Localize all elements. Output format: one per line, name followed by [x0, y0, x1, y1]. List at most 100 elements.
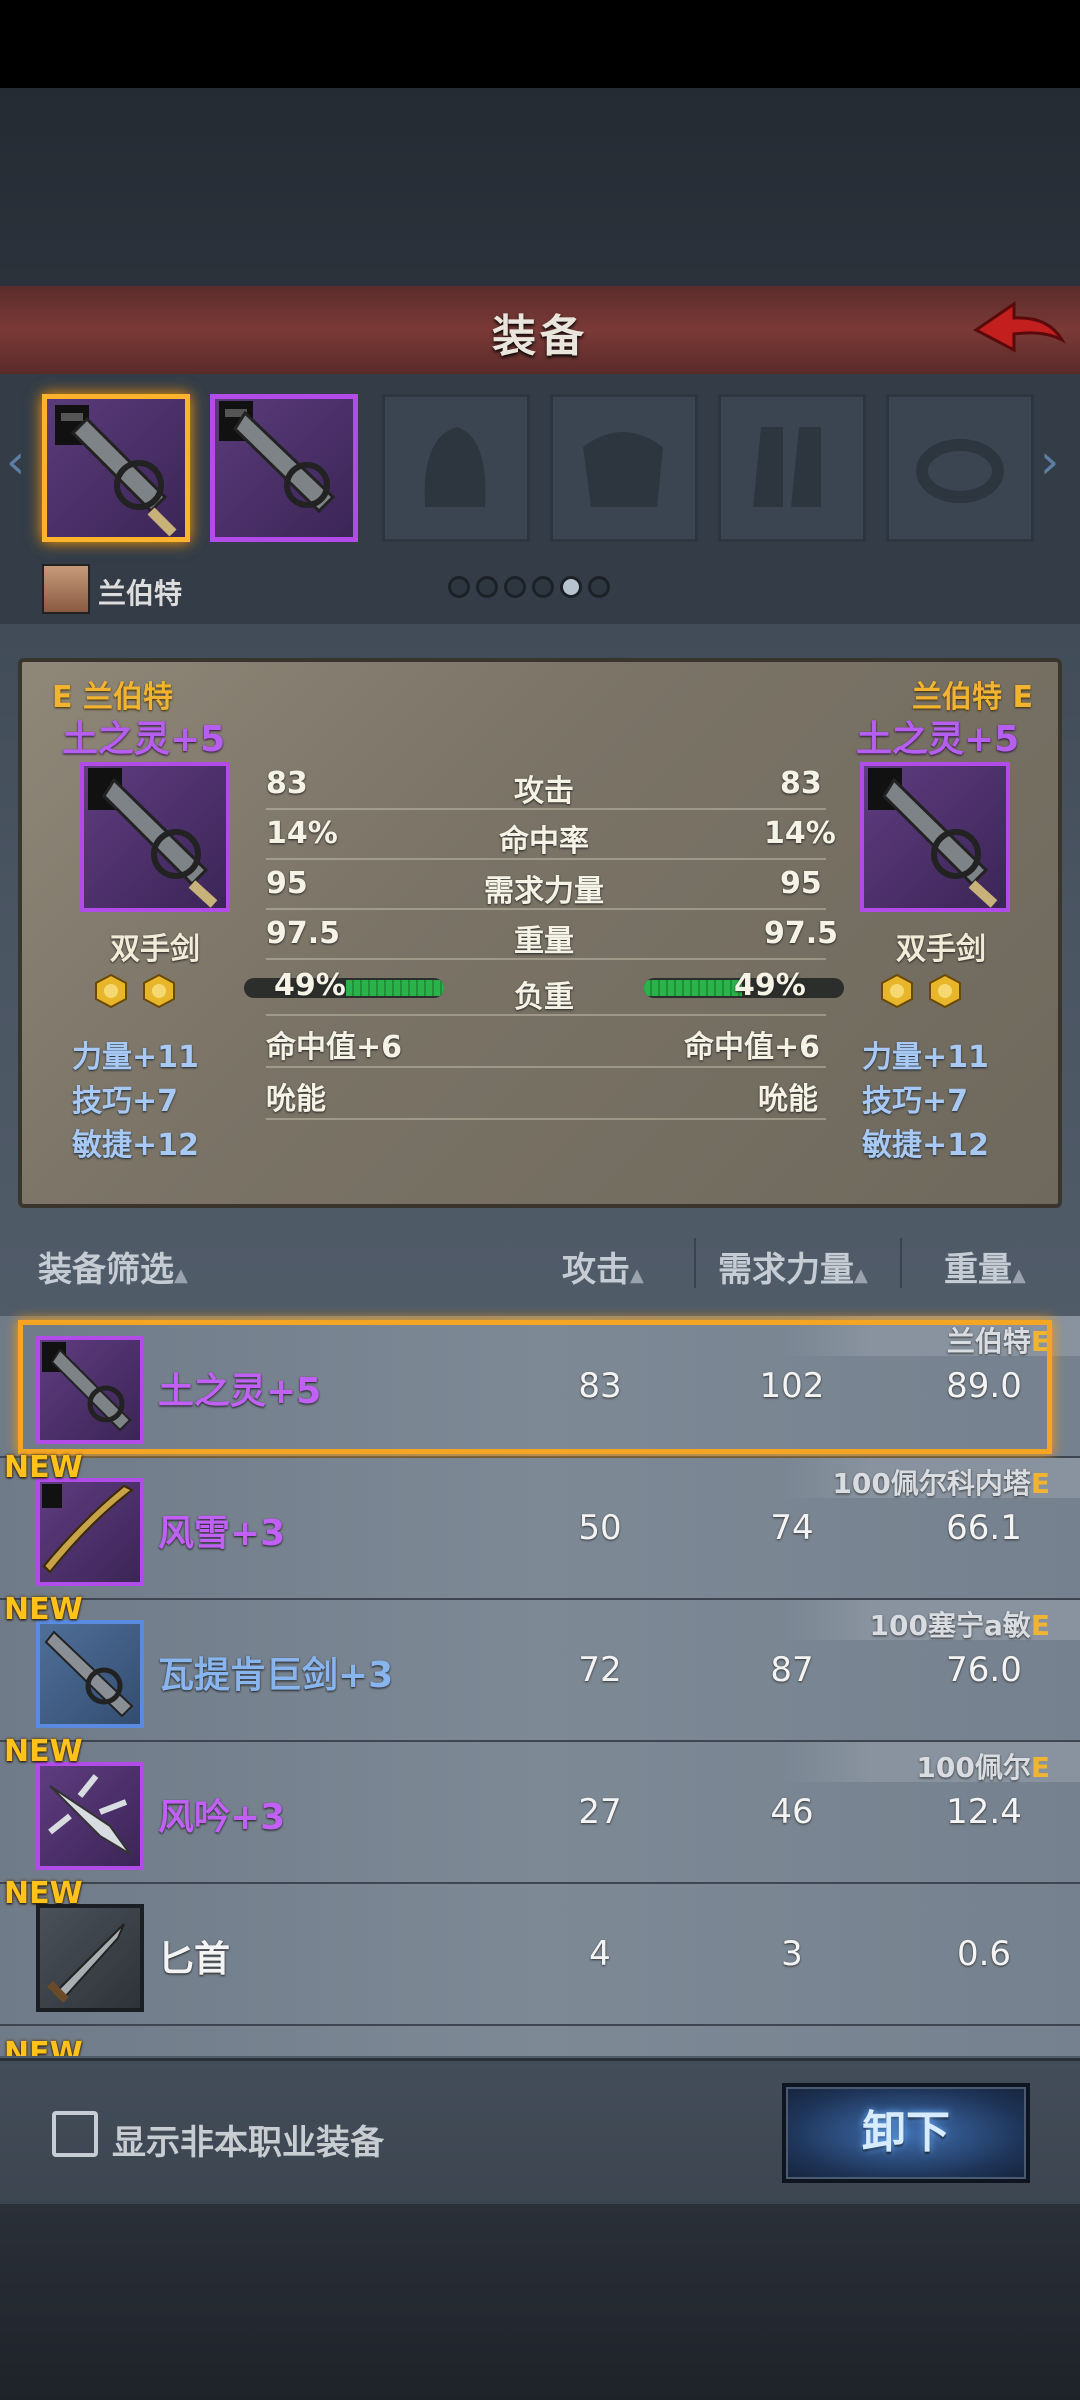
page-dot[interactable]: [588, 576, 610, 598]
list-item[interactable]: 兰伯特E 土之灵+5 83 102 89.0: [0, 1316, 1080, 1458]
item-weight: 66.1: [946, 1508, 1022, 1548]
next-arrow-icon[interactable]: ›: [1040, 434, 1059, 490]
checkbox-label[interactable]: 显示非本职业装备: [112, 2115, 384, 2164]
right-item-icon: [860, 762, 1010, 912]
left-attack: 83: [266, 766, 308, 801]
unequip-button[interactable]: 卸下: [782, 2083, 1030, 2183]
sort-str-header[interactable]: 需求力量▲: [718, 1242, 868, 1291]
slot-armor[interactable]: [550, 394, 698, 542]
gem-socket-icon: [929, 974, 961, 1008]
boots-icon: [753, 427, 821, 507]
slot-weapon-off[interactable]: [210, 394, 358, 542]
curved-sword-icon: [42, 1484, 134, 1574]
list-header: 装备筛选▲ 攻击▲ 需求力量▲ 重量▲: [0, 1224, 1080, 1304]
slot-helmet[interactable]: [382, 394, 530, 542]
label-load: 负重: [514, 980, 574, 1015]
footer-bar: 显示非本职业装备 卸下: [0, 2058, 1080, 2207]
selection-frame: [18, 1320, 1052, 1454]
page-dot[interactable]: [476, 576, 498, 598]
list-item[interactable]: 100佩尔E 风吟+3 27 46 12.4 NEW: [0, 1734, 1080, 1884]
list-item[interactable]: 100塞宁a敏E 瓦提肯巨剑+3 72 87 76.0 NEW: [0, 1592, 1080, 1742]
prev-arrow-icon[interactable]: ‹: [6, 434, 25, 490]
page-dot[interactable]: [532, 576, 554, 598]
item-name: 瓦提肯巨剑+3: [158, 1655, 394, 1696]
list-item[interactable]: 匕首 4 3 0.6 NEW: [0, 1876, 1080, 2026]
item-name: 风雪+3: [158, 1513, 286, 1554]
status-bar-area: [0, 0, 1080, 88]
greatsword-icon: [55, 405, 177, 537]
left-hit-rate: 14%: [266, 816, 338, 851]
item-attack: 4: [589, 1934, 611, 1974]
show-other-class-checkbox[interactable]: [52, 2111, 98, 2157]
divider: [266, 908, 826, 910]
right-weight: 97.5: [764, 916, 839, 951]
list-item-partial[interactable]: NEW: [0, 2026, 1080, 2056]
armor-icon: [583, 432, 663, 507]
right-item-type: 双手剑: [896, 932, 986, 967]
item-attack: 27: [578, 1792, 622, 1832]
page-dot[interactable]: [448, 576, 470, 598]
left-item-name: 土之灵+5: [62, 719, 226, 760]
compare-panel: E 兰伯特 土之灵+5 双手剑 力量+11 技巧+7 敏捷+12 83 14% …: [18, 658, 1062, 1208]
item-owner: 100佩尔科内塔E: [832, 1467, 1050, 1500]
back-arrow-icon[interactable]: [968, 294, 1068, 366]
sort-attack-header[interactable]: 攻击▲: [562, 1242, 644, 1291]
greatsword-icon: [868, 768, 998, 908]
page-dot[interactable]: [504, 576, 526, 598]
dagger-icon: [47, 1923, 125, 2003]
item-str-req: 3: [781, 1934, 803, 1974]
left-str-req: 95: [266, 866, 308, 901]
title-bar: 装备: [0, 286, 1080, 377]
page-dot-active[interactable]: [560, 576, 582, 598]
item-str-req: 87: [770, 1650, 814, 1690]
left-load: 49%: [274, 968, 346, 1003]
page-dots: [448, 576, 616, 602]
item-thumb: [36, 1762, 144, 1870]
left-bonus-dex: 技巧+7: [72, 1084, 179, 1119]
item-name: 匕首: [158, 1939, 231, 1980]
item-thumb: [36, 1620, 144, 1728]
gem-socket-icon: [95, 974, 127, 1008]
divider: [266, 858, 826, 860]
item-weight: 12.4: [946, 1792, 1022, 1832]
new-badge: NEW: [4, 1734, 83, 1769]
left-bonus-agi: 敏捷+12: [72, 1128, 199, 1163]
equipment-slots: ‹ › 兰伯特: [0, 374, 1080, 624]
slot-weapon-main[interactable]: [42, 394, 190, 542]
left-bonus-str: 力量+11: [72, 1040, 199, 1075]
item-owner: 100佩尔E: [916, 1751, 1050, 1784]
unequip-label: 卸下: [862, 2107, 950, 2158]
item-thumb: [36, 1478, 144, 1586]
right-bonus-dex: 技巧+7: [862, 1084, 969, 1119]
left-extra1: 命中值+6: [266, 1030, 403, 1065]
new-badge: NEW: [4, 1450, 83, 1485]
right-extra2: 吮能: [758, 1082, 818, 1117]
right-load-fill: [644, 980, 742, 996]
gem-socket-icon: [881, 974, 913, 1008]
right-item-name: 土之灵+5: [856, 719, 1020, 760]
item-thumb: [36, 1904, 144, 2012]
left-item-type: 双手剑: [110, 932, 200, 967]
right-attack: 83: [780, 766, 822, 801]
divider: [266, 1118, 826, 1120]
label-hit-rate: 命中率: [499, 824, 589, 859]
divider: [266, 1066, 826, 1068]
divider: [266, 958, 826, 960]
ring-icon: [916, 439, 1004, 503]
left-load-fill: [346, 980, 444, 996]
character-name: 兰伯特: [98, 577, 183, 610]
filter-header[interactable]: 装备筛选▲: [38, 1242, 188, 1291]
sort-weight-header[interactable]: 重量▲: [944, 1242, 1026, 1291]
label-weight: 重量: [514, 924, 574, 959]
item-owner: 100塞宁a敏E: [869, 1609, 1050, 1642]
gem-socket-icon: [143, 974, 175, 1008]
right-bonus-agi: 敏捷+12: [862, 1128, 989, 1163]
greatsword-icon: [88, 768, 218, 908]
slot-ring[interactable]: [886, 394, 1034, 542]
greatsword-icon: [44, 1630, 134, 1718]
item-attack: 50: [578, 1508, 622, 1548]
new-badge: NEW: [4, 2036, 83, 2056]
slot-boots[interactable]: [718, 394, 866, 542]
list-item[interactable]: 100佩尔科内塔E 风雪+3 50 74 66.1 NEW: [0, 1450, 1080, 1600]
bottom-backdrop: [0, 2204, 1080, 2400]
